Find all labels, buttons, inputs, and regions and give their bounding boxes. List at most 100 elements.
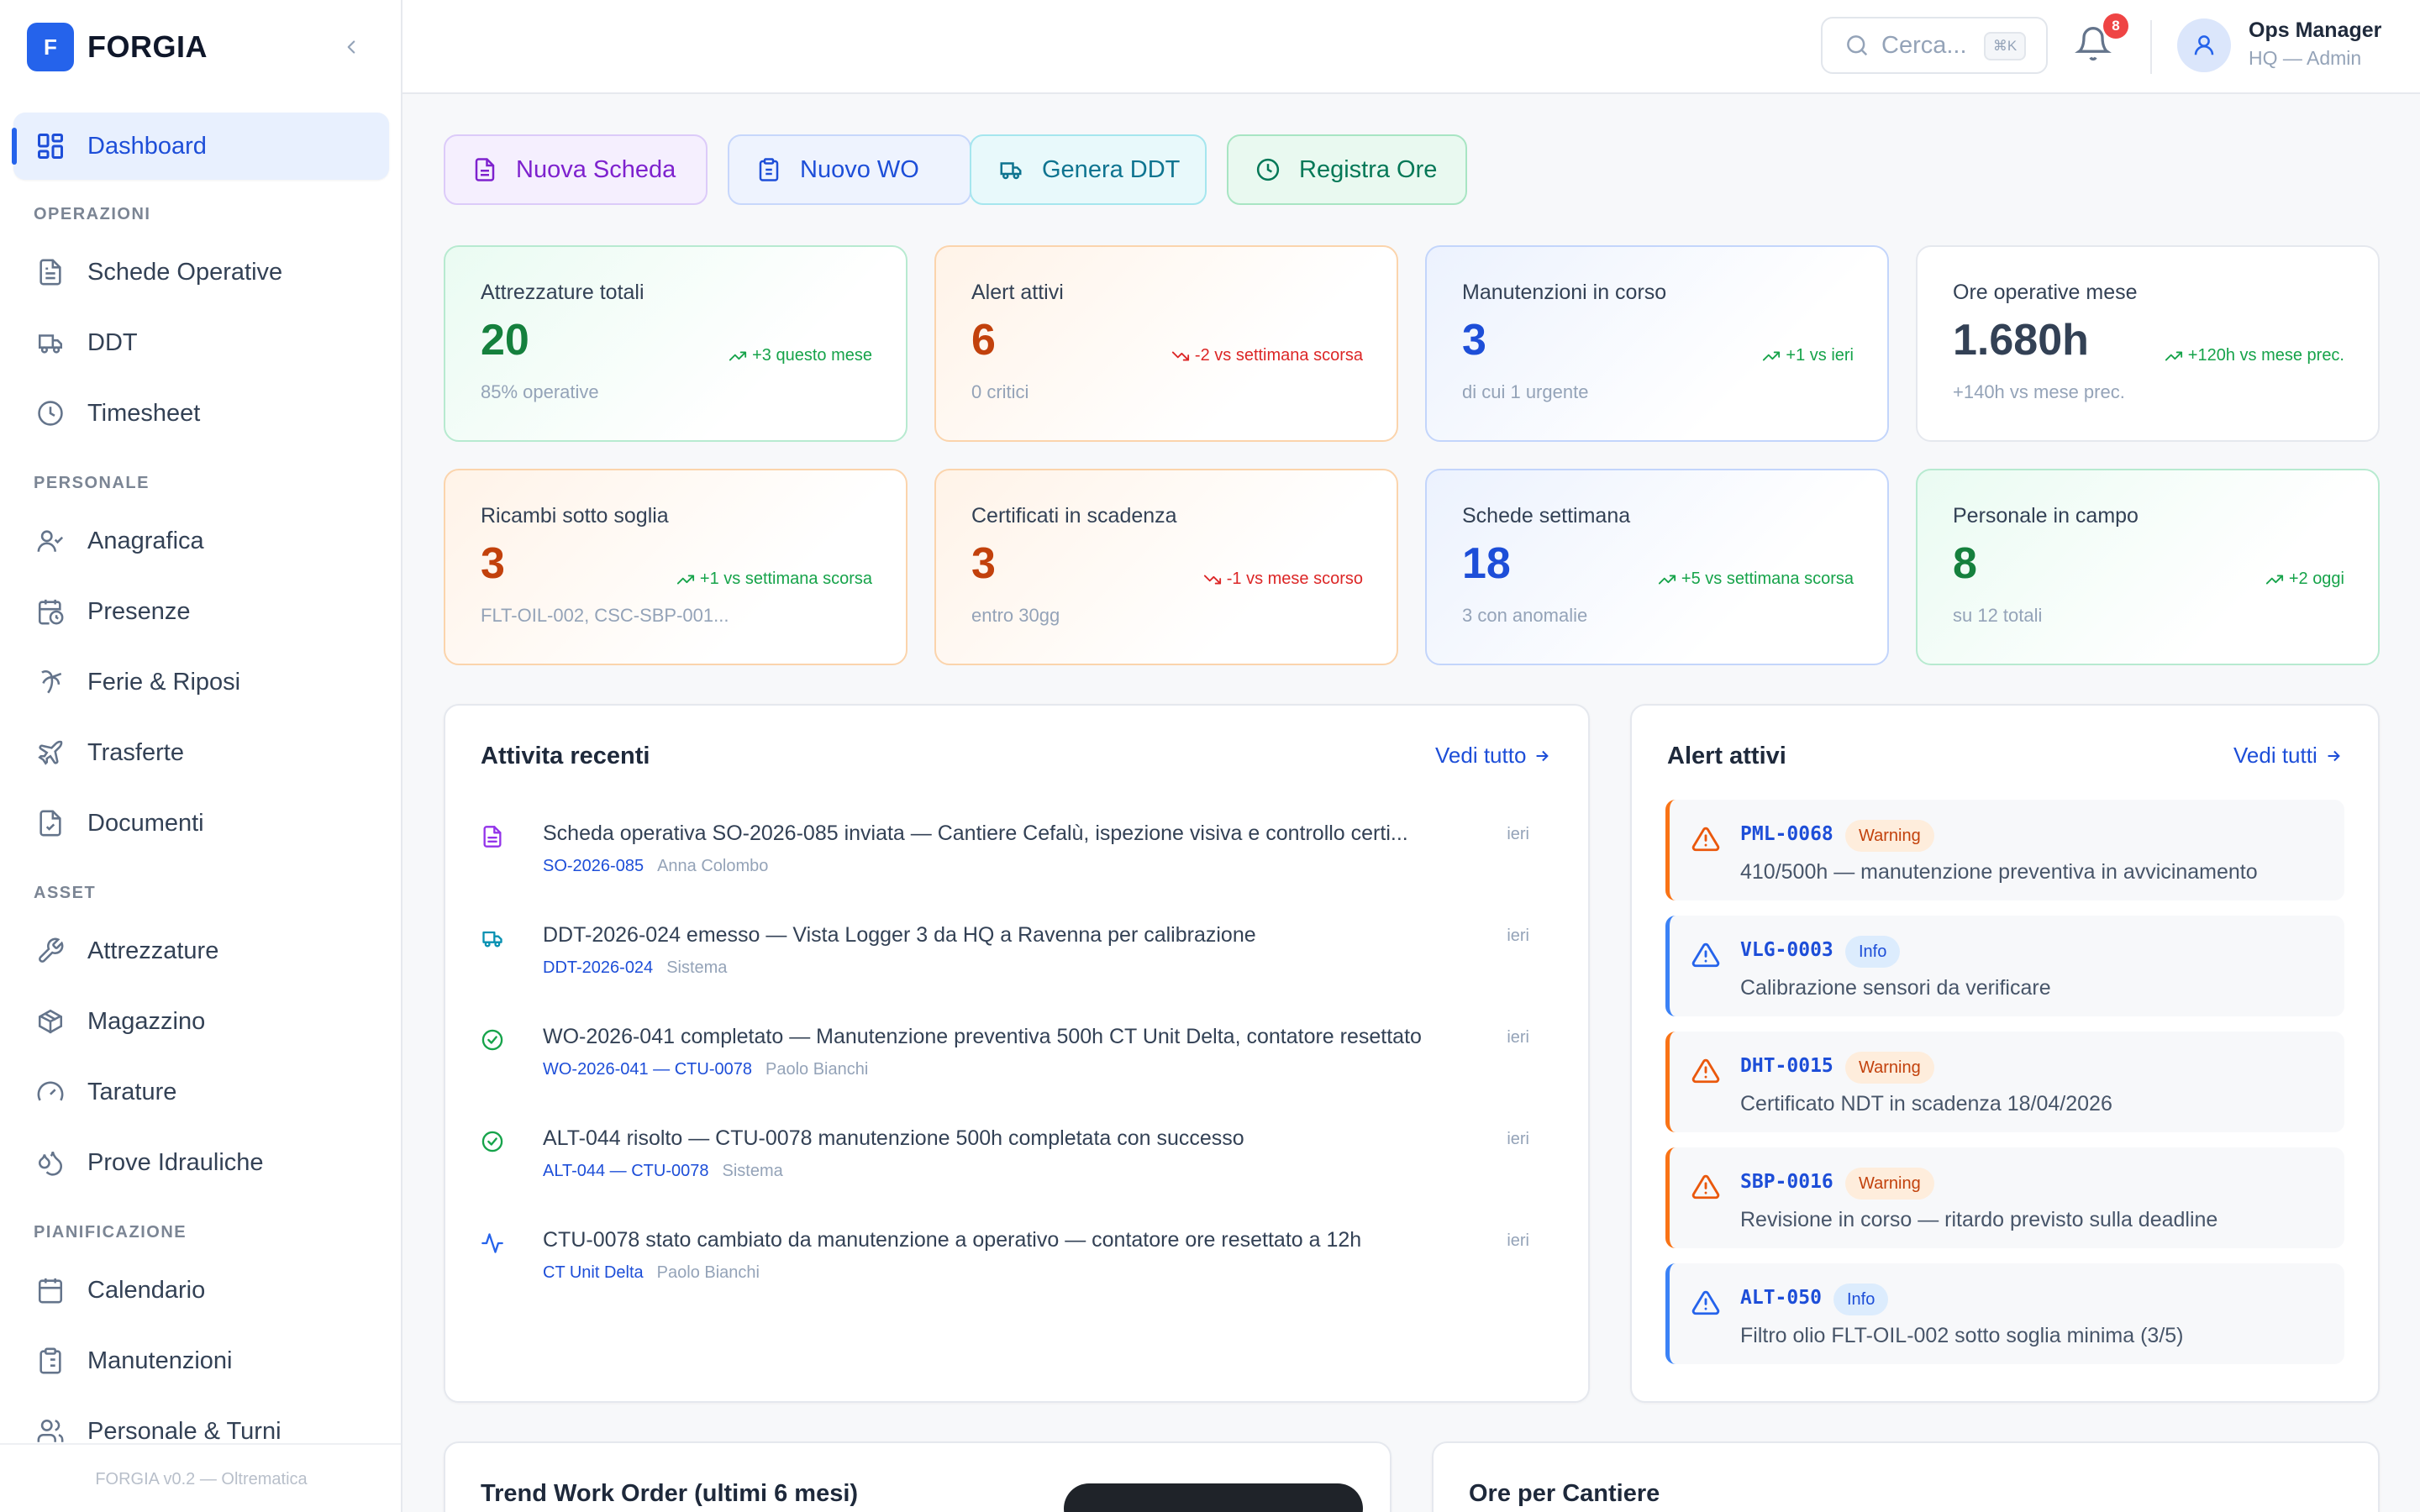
severity-badge: Info — [1833, 1284, 1889, 1315]
sidebar-item-magazzino[interactable]: Magazzino — [0, 986, 401, 1057]
activity-text: ALT-044 risolto — CTU-0078 manutenzione … — [543, 1126, 1244, 1150]
see-all-activity-link[interactable]: Vedi tutto — [1435, 743, 1551, 769]
stat-trend: +2 oggi — [2265, 570, 2344, 589]
activity-ref-link[interactable]: CT Unit Delta — [543, 1263, 644, 1282]
stat-card[interactable]: Attrezzature totali 20 +3 questo mese 85% o… — [444, 245, 908, 442]
activity-item[interactable]: DDT-2026-024 emesso — Vista Logger 3 da … — [481, 923, 1549, 1024]
alert-code[interactable]: VLG-0003 — [1740, 939, 1833, 961]
trend-down-icon — [1171, 351, 1190, 360]
arrow-right-icon — [2328, 750, 2340, 761]
wrench-icon — [34, 934, 67, 968]
stat-card[interactable]: Certificati in scadenza 3 -1 vs mese scors… — [934, 469, 1398, 665]
stat-subtext: su 12 totali — [1953, 605, 2043, 626]
activity-ref-link[interactable]: SO-2026-085 — [543, 857, 644, 875]
stat-label: Alert attivi — [971, 281, 1064, 304]
activity-ref-link[interactable]: WO-2026-041 — CTU-0078 — [543, 1060, 752, 1079]
alert-triangle-icon — [1691, 827, 1720, 852]
sidebar-item-attrezzature[interactable]: Attrezzature — [0, 916, 401, 986]
activity-item[interactable]: ALT-044 risolto — CTU-0078 manutenzione … — [481, 1126, 1549, 1227]
search-input[interactable]: Cerca... ⌘K — [1821, 17, 2048, 74]
alert-triangle-icon — [1691, 1174, 1720, 1200]
trend-text: -2 vs settimana scorsa — [1194, 346, 1363, 365]
stat-card[interactable]: Personale in campo 8 +2 oggi su 12 totali — [1916, 469, 2380, 665]
collapse-sidebar-button[interactable] — [334, 32, 368, 62]
sidebar-item-anagrafica[interactable]: Anagrafica — [0, 506, 401, 576]
alert-item[interactable]: DHT-0015 Warning Certificato NDT in scaden… — [1665, 1032, 2344, 1132]
alert-item[interactable]: ALT-050 Info Filtro olio FLT-OIL-002 sotto… — [1665, 1263, 2344, 1364]
activity-time: ieri — [1507, 1028, 1529, 1047]
user-name[interactable]: Ops Manager — [2249, 18, 2381, 43]
activity-ref-link[interactable]: ALT-044 — CTU-0078 — [543, 1162, 709, 1180]
alert-item[interactable]: PML-0068 Warning 410/500h — manutenzione p… — [1665, 800, 2344, 900]
stat-label: Ore operative mese — [1953, 281, 2138, 304]
stat-card[interactable]: Ricambi sotto soglia 3 +1 vs settimana sco… — [444, 469, 908, 665]
sidebar-item-ferie-riposi[interactable]: Ferie & Riposi — [0, 647, 401, 717]
activity-ref-link[interactable]: DDT-2026-024 — [543, 958, 653, 977]
alert-code[interactable]: DHT-0015 — [1740, 1055, 1833, 1077]
alert-code[interactable]: ALT-050 — [1740, 1287, 1822, 1309]
truck-icon — [1000, 162, 1022, 180]
generate-ddt-button[interactable]: Genera DDT — [970, 134, 1207, 205]
activity-time: ieri — [1507, 1130, 1529, 1148]
stat-card[interactable]: Ore operative mese 1.680h +120h vs mese pr… — [1916, 245, 2380, 442]
stat-subtext: FLT-OIL-002, CSC-SBP-001... — [481, 605, 729, 626]
app-logo: F — [27, 23, 74, 71]
sidebar-item-ddt[interactable]: DDT — [0, 307, 401, 378]
sidebar-footer: FORGIA v0.2 — Oltrematica — [0, 1443, 401, 1512]
severity-badge: Warning — [1845, 820, 1934, 852]
sidebar: F FORGIA Dashboard OPERAZIONI Schede Ope… — [0, 0, 402, 1512]
trend-up-icon — [1763, 351, 1781, 360]
stat-card[interactable]: Alert attivi 6 -2 vs settimana scorsa 0 cri… — [934, 245, 1398, 442]
nav-section-title: ASSET — [34, 884, 97, 902]
stat-trend: +1 vs ieri — [1762, 346, 1854, 365]
sidebar-item-documenti[interactable]: Documenti — [0, 788, 401, 858]
see-all-alerts-link[interactable]: Vedi tutti — [2233, 743, 2343, 769]
active-alerts-panel: Alert attivi Vedi tutti PML-0068 Warning 4… — [1630, 704, 2380, 1403]
alert-code[interactable]: SBP-0016 — [1740, 1171, 1833, 1193]
sidebar-nav: Dashboard OPERAZIONI Schede Operative DD… — [0, 113, 401, 1467]
activity-item[interactable]: Scheda operativa SO-2026-085 inviata — C… — [481, 822, 1549, 922]
sidebar-item-tarature[interactable]: Tarature — [0, 1057, 401, 1127]
sidebar-item-prove-idrauliche[interactable]: Prove Idrauliche — [0, 1127, 401, 1198]
palm-tree-icon — [34, 665, 67, 699]
activity-item[interactable]: WO-2026-041 completato — Manutenzione pr… — [481, 1025, 1549, 1126]
stat-subtext: entro 30gg — [971, 605, 1060, 626]
check-circle-icon — [481, 1029, 503, 1051]
stat-subtext: di cui 1 urgente — [1462, 381, 1589, 402]
gauge-icon — [34, 1075, 67, 1109]
log-hours-button[interactable]: Registra Ore — [1227, 134, 1467, 205]
sidebar-item-label: Prove Idrauliche — [87, 1148, 264, 1176]
dashboard-icon — [34, 129, 67, 163]
trend-text: +3 questo mese — [752, 346, 872, 365]
sidebar-item-label: Anagrafica — [87, 527, 204, 554]
sidebar-item-label: Personale & Turni — [87, 1417, 281, 1445]
sidebar-item-presenze[interactable]: Presenze — [0, 576, 401, 647]
sidebar-item-trasferte[interactable]: Trasferte — [0, 717, 401, 788]
sidebar-item-label: Attrezzature — [87, 937, 219, 964]
sidebar-item-schede-operative[interactable]: Schede Operative — [0, 237, 401, 307]
severity-badge: Warning — [1845, 1168, 1934, 1200]
sidebar-item-dashboard[interactable]: Dashboard — [12, 113, 389, 180]
trend-text: +2 oggi — [2288, 570, 2344, 588]
chart-toolbar[interactable] — [1064, 1483, 1363, 1512]
brand[interactable]: F FORGIA — [27, 22, 208, 72]
alert-code[interactable]: PML-0068 — [1740, 823, 1833, 845]
stat-card[interactable]: Schede settimana 18 +5 vs settimana scorsa… — [1425, 469, 1889, 665]
trend-text: +5 vs settimana scorsa — [1681, 570, 1854, 588]
nav-section-title: OPERAZIONI — [34, 205, 151, 223]
document-icon — [34, 255, 67, 289]
new-scheda-button[interactable]: Nuova Scheda — [444, 134, 708, 205]
new-wo-button[interactable]: Nuovo WO — [728, 134, 971, 205]
activity-author: Paolo Bianchi — [765, 1060, 869, 1079]
sidebar-item-calendario[interactable]: Calendario — [0, 1255, 401, 1326]
avatar[interactable] — [2177, 18, 2231, 72]
stat-card[interactable]: Manutenzioni in corso 3 +1 vs ieri di cui 1… — [1425, 245, 1889, 442]
sidebar-item-manutenzioni[interactable]: Manutenzioni — [0, 1326, 401, 1396]
alert-message: Certificato NDT in scadenza 18/04/2026 — [1740, 1092, 2112, 1116]
stat-label: Ricambi sotto soglia — [481, 504, 669, 528]
alert-item[interactable]: SBP-0016 Warning Revisione in corso — rita… — [1665, 1147, 2344, 1248]
stat-trend: +3 questo mese — [729, 346, 872, 365]
activity-item[interactable]: CTU-0078 stato cambiato da manutenzione … — [481, 1228, 1549, 1329]
alert-item[interactable]: VLG-0003 Info Calibrazione sensori da veri… — [1665, 916, 2344, 1016]
sidebar-item-timesheet[interactable]: Timesheet — [0, 378, 401, 449]
